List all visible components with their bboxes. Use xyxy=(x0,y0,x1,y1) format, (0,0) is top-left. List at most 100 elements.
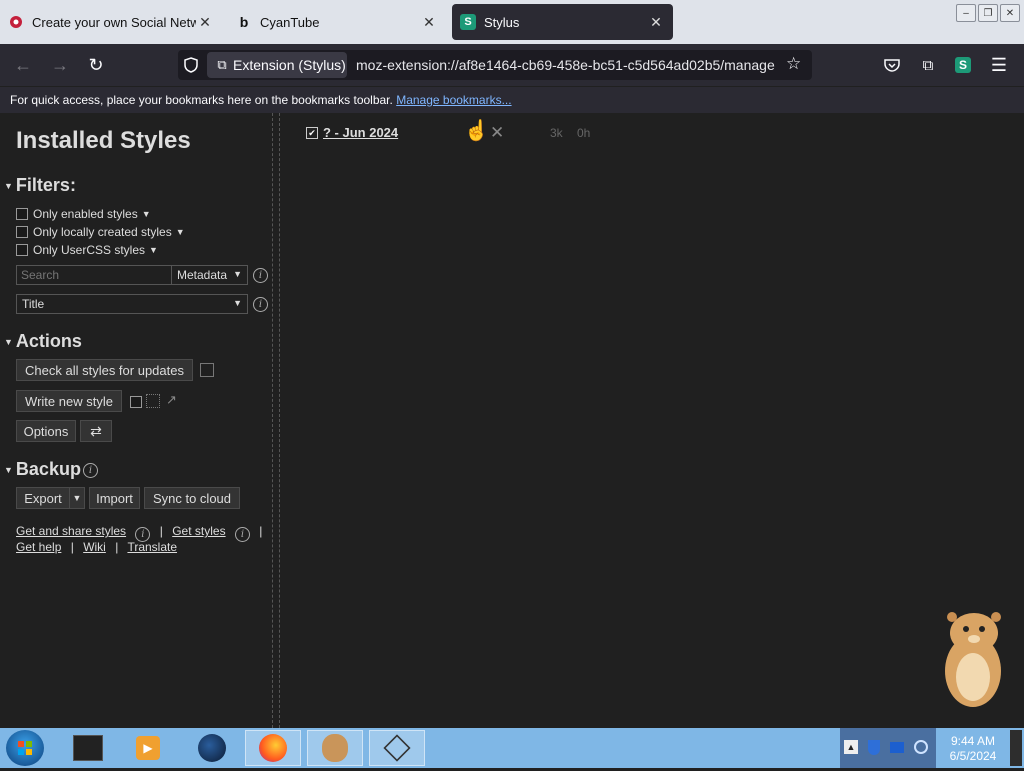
network-icon[interactable] xyxy=(890,742,904,753)
info-icon[interactable]: i xyxy=(253,268,268,283)
mouse-cursor-icon: ☝ xyxy=(464,120,489,142)
back-icon[interactable]: ← xyxy=(12,54,34,76)
delete-style-icon[interactable]: ✕ xyxy=(490,123,504,143)
tab-title: Create your own Social Network xyxy=(32,14,196,30)
bookmarks-notice: For quick access, place your bookmarks h… xyxy=(10,93,393,107)
extensions-icon[interactable]: ⧉ xyxy=(917,54,939,76)
external-link-icon[interactable]: ↗ xyxy=(166,392,177,408)
options-button[interactable]: Options xyxy=(16,420,76,442)
tab-close-icon[interactable]: ✕ xyxy=(196,14,214,31)
style-age: 0h xyxy=(577,126,591,140)
hamster-app-icon[interactable] xyxy=(307,730,363,766)
wiki-link[interactable]: Wiki xyxy=(83,540,106,554)
media-player-icon[interactable]: ▶ xyxy=(120,730,176,766)
backup-heading[interactable]: ▼ Backup xyxy=(4,459,81,480)
filters-heading[interactable]: ▼ Filters: xyxy=(4,175,76,196)
import-button[interactable]: Import xyxy=(89,487,140,509)
info-icon[interactable]: i xyxy=(253,297,268,312)
usercss-grid-icon[interactable] xyxy=(146,394,160,408)
info-icon[interactable]: i xyxy=(83,463,98,478)
stylus-toolbar-icon[interactable]: S xyxy=(952,54,974,76)
clock-time: 9:44 AM xyxy=(950,734,996,748)
terminal-app-icon[interactable] xyxy=(60,730,116,766)
close-window-icon[interactable]: ✕ xyxy=(1000,4,1020,22)
sidebar: Installed Styles ▼ Filters: Only enabled … xyxy=(0,113,272,728)
social-network-favicon xyxy=(8,14,24,30)
sync-to-cloud-button[interactable]: Sync to cloud xyxy=(144,487,240,509)
url-text[interactable]: moz-extension://af8e1464-cb69-458e-bc51-… xyxy=(356,57,780,73)
search-mode-select[interactable]: Metadata ▼ xyxy=(171,265,248,285)
tracking-shield-icon[interactable] xyxy=(180,54,202,76)
extension-puzzle-icon: ⧉ xyxy=(217,57,227,72)
tab-close-icon[interactable]: ✕ xyxy=(420,14,438,31)
sidebar-resize-handle[interactable] xyxy=(272,113,280,728)
unity-app-icon[interactable] xyxy=(369,730,425,766)
collapse-triangle-icon: ▼ xyxy=(4,337,13,348)
reload-icon[interactable]: ↻ xyxy=(85,54,107,76)
restore-icon[interactable]: ❐ xyxy=(978,4,998,22)
forward-icon[interactable]: → xyxy=(49,54,71,76)
site-identity-label: Extension (Stylus) xyxy=(233,57,346,73)
collapse-triangle-icon: ▼ xyxy=(4,181,13,192)
info-icon[interactable]: i xyxy=(234,527,250,542)
style-size: 3k xyxy=(550,126,563,140)
navigation-toolbar: ← → ↻ ⧉ Extension (Stylus) moz-extension… xyxy=(0,44,1024,86)
collapse-triangle-icon: ▼ xyxy=(4,465,13,476)
tab-cyantube[interactable]: b CyanTube ✕ xyxy=(228,4,446,40)
tab-social-network[interactable]: Create your own Social Network ✕ xyxy=(0,4,222,40)
check-updates-button[interactable]: Check all styles for updates xyxy=(16,359,193,381)
chevron-down-icon[interactable]: ▼ xyxy=(176,227,185,237)
chevron-down-icon[interactable]: ▼ xyxy=(149,245,158,255)
filter-only-enabled[interactable]: Only enabled styles ▼ xyxy=(16,207,151,221)
checkbox[interactable] xyxy=(16,208,28,220)
chevron-down-icon[interactable]: ▼ xyxy=(142,209,151,219)
actions-heading[interactable]: ▼ Actions xyxy=(4,331,82,352)
app-menu-icon[interactable]: ☰ xyxy=(988,54,1010,76)
show-desktop-button[interactable] xyxy=(1010,730,1022,766)
chevron-down-icon: ▼ xyxy=(233,269,242,279)
export-dropdown-icon[interactable]: ▼ xyxy=(69,487,85,509)
chevron-down-icon: ▼ xyxy=(233,298,242,308)
windows-taskbar: ▶ ▲ 9:44 AM 6/5/2024 xyxy=(0,728,1024,768)
tab-title: Stylus xyxy=(484,14,520,30)
sort-select[interactable]: Title ▼ xyxy=(16,294,248,314)
help-links-row-2: Get help | Wiki | Translate xyxy=(16,540,178,554)
get-styles-link[interactable]: Get styles xyxy=(172,524,225,538)
get-help-link[interactable]: Get help xyxy=(16,540,61,554)
stylus-favicon: S xyxy=(460,14,476,30)
filter-only-local[interactable]: Only locally created styles ▼ xyxy=(16,225,185,239)
bookmark-star-icon[interactable]: ☆ xyxy=(786,54,801,74)
checkbox[interactable] xyxy=(16,244,28,256)
system-clock[interactable]: 9:44 AM 6/5/2024 xyxy=(940,734,1006,764)
update-icon[interactable] xyxy=(914,740,928,754)
as-usercss-checkbox[interactable] xyxy=(130,396,142,408)
tab-stylus[interactable]: S Stylus ✕ xyxy=(452,4,673,40)
write-new-style-button[interactable]: Write new style xyxy=(16,390,122,412)
desktop-hamster-pet xyxy=(945,612,1001,707)
get-and-share-styles-link[interactable]: Get and share styles xyxy=(16,524,126,538)
url-bar[interactable]: ⧉ Extension (Stylus) moz-extension://af8… xyxy=(178,50,812,80)
firefox-icon[interactable] xyxy=(245,730,301,766)
checkbox[interactable] xyxy=(16,226,28,238)
style-enabled-checkbox[interactable]: ✔ xyxy=(306,127,318,139)
pocket-icon[interactable] xyxy=(881,54,903,76)
manage-sidebar-toggle-icon[interactable]: ⇄ xyxy=(80,420,112,442)
tab-strip: Create your own Social Network ✕ b CyanT… xyxy=(0,0,1024,44)
globe-app-icon[interactable] xyxy=(184,730,240,766)
update-history-icon[interactable] xyxy=(200,363,214,377)
cyantube-favicon: b xyxy=(239,14,249,30)
tab-title: CyanTube xyxy=(260,14,320,30)
stylus-manage-page: Installed Styles ▼ Filters: Only enabled … xyxy=(0,113,1024,728)
show-hidden-icons-icon[interactable]: ▲ xyxy=(844,740,858,754)
filter-only-usercss[interactable]: Only UserCSS styles ▼ xyxy=(16,243,158,257)
style-name-link[interactable]: ? - Jun 2024 xyxy=(323,125,398,140)
start-button-icon[interactable] xyxy=(6,730,44,766)
tab-close-icon[interactable]: ✕ xyxy=(647,14,665,31)
export-button[interactable]: Export xyxy=(16,487,70,509)
minimize-icon[interactable]: – xyxy=(956,4,976,22)
search-input[interactable] xyxy=(16,265,172,285)
site-identity-button[interactable]: ⧉ Extension (Stylus) xyxy=(207,52,347,78)
manage-bookmarks-link[interactable]: Manage bookmarks... xyxy=(396,93,511,107)
security-shield-icon[interactable] xyxy=(868,740,880,755)
translate-link[interactable]: Translate xyxy=(127,540,177,554)
